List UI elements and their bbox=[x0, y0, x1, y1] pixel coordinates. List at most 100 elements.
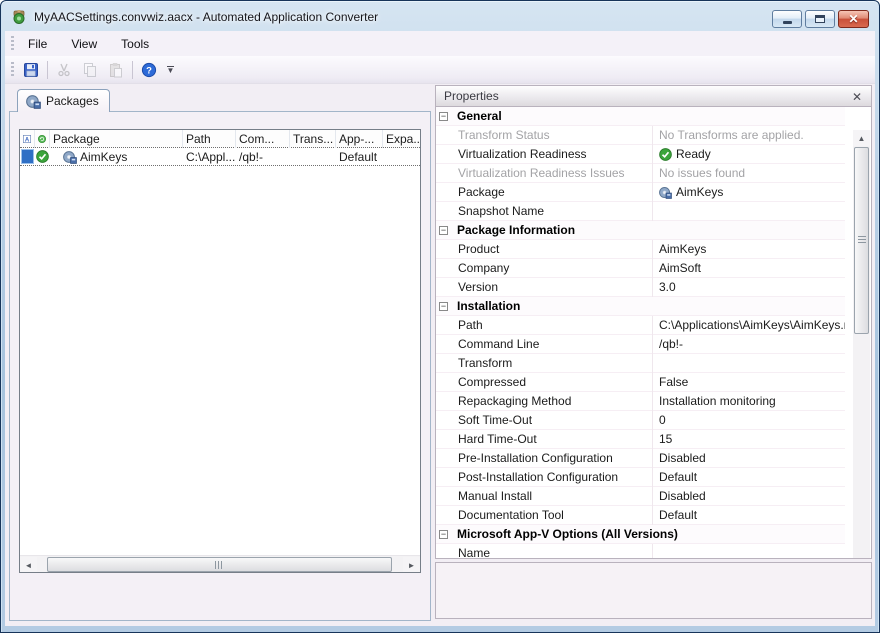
property-name: Transform Status bbox=[436, 128, 652, 142]
column-header-label: Expa... bbox=[386, 132, 421, 146]
property-value[interactable]: Disabled bbox=[652, 449, 845, 468]
property-section-row[interactable]: −Installation bbox=[436, 297, 845, 316]
ok-check-icon bbox=[36, 150, 49, 163]
property-row[interactable]: Post-Installation ConfigurationDefault bbox=[436, 468, 845, 487]
ok-check-icon bbox=[659, 148, 672, 161]
property-row[interactable]: PathC:\Applications\AimKeys\AimKeys.msi bbox=[436, 316, 845, 335]
property-row[interactable]: CompanyAimSoft bbox=[436, 259, 845, 278]
property-value[interactable] bbox=[652, 354, 845, 373]
column-header-path[interactable]: Path bbox=[183, 130, 236, 148]
help-button[interactable]: ? bbox=[137, 59, 161, 81]
minimize-button[interactable] bbox=[772, 10, 802, 28]
collapse-icon[interactable]: − bbox=[439, 530, 448, 539]
app-icon bbox=[11, 9, 27, 25]
property-row[interactable]: Pre-Installation ConfigurationDisabled bbox=[436, 449, 845, 468]
property-row[interactable]: Virtualization ReadinessReady bbox=[436, 145, 845, 164]
property-name: Documentation Tool bbox=[436, 508, 652, 522]
property-value[interactable]: No issues found bbox=[652, 164, 845, 183]
property-value-text: AimKeys bbox=[676, 185, 723, 199]
column-header-icon1[interactable] bbox=[35, 130, 50, 148]
property-value[interactable]: AimKeys bbox=[652, 240, 845, 259]
scroll-up-button[interactable]: ▲ bbox=[853, 130, 870, 146]
property-value[interactable]: C:\Applications\AimKeys\AimKeys.msi bbox=[652, 316, 845, 335]
property-value[interactable]: Disabled bbox=[652, 487, 845, 506]
property-row[interactable]: Transform bbox=[436, 354, 845, 373]
horizontal-scrollbar-thumb[interactable] bbox=[47, 557, 392, 572]
column-header-package[interactable]: Package bbox=[50, 130, 183, 148]
property-value[interactable]: No Transforms are applied. bbox=[652, 126, 845, 145]
property-value[interactable]: 15 bbox=[652, 430, 845, 449]
property-value[interactable]: 0 bbox=[652, 411, 845, 430]
paste-button[interactable] bbox=[104, 59, 128, 81]
property-value[interactable]: 3.0 bbox=[652, 278, 845, 297]
property-section-row[interactable]: −General bbox=[436, 107, 845, 126]
property-value[interactable]: Ready bbox=[652, 145, 845, 164]
property-row[interactable]: PackageAimKeys bbox=[436, 183, 845, 202]
column-header-icon0[interactable]: A bbox=[20, 130, 35, 148]
property-value[interactable]: AimSoft bbox=[652, 259, 845, 278]
vertical-scrollbar-thumb[interactable] bbox=[854, 147, 869, 334]
property-row[interactable]: CompressedFalse bbox=[436, 373, 845, 392]
property-name: Soft Time-Out bbox=[436, 413, 652, 427]
property-value[interactable]: Installation monitoring bbox=[652, 392, 845, 411]
property-value[interactable]: /qb!- bbox=[652, 335, 845, 354]
collapse-icon[interactable]: − bbox=[439, 302, 448, 311]
property-row[interactable]: Soft Time-Out0 bbox=[436, 411, 845, 430]
title-bar[interactable]: MyAACSettings.convwiz.aacx - Automated A… bbox=[2, 2, 878, 31]
property-value[interactable]: AimKeys bbox=[652, 183, 845, 202]
property-row[interactable]: Manual InstallDisabled bbox=[436, 487, 845, 506]
property-row[interactable]: Hard Time-Out15 bbox=[436, 430, 845, 449]
column-header-app[interactable]: App-... bbox=[336, 130, 383, 148]
property-value-text: Default bbox=[659, 470, 697, 484]
menu-item-view[interactable]: View bbox=[61, 33, 107, 55]
maximize-button[interactable] bbox=[805, 10, 835, 28]
toolbar-grip-handle[interactable] bbox=[11, 62, 14, 77]
client-area: FileViewTools ? ▼ Packages APackagePathC… bbox=[5, 31, 875, 626]
property-row[interactable]: Version3.0 bbox=[436, 278, 845, 297]
property-row[interactable]: Virtualization Readiness IssuesNo issues… bbox=[436, 164, 845, 183]
package-name: AimKeys bbox=[80, 150, 127, 164]
svg-text:A: A bbox=[25, 137, 30, 143]
properties-close-icon[interactable]: ✕ bbox=[849, 89, 865, 105]
horizontal-scrollbar[interactable]: ◄ ► bbox=[20, 555, 420, 572]
property-row[interactable]: Command Line/qb!- bbox=[436, 335, 845, 354]
packages-list[interactable]: A PackagePathCom...Trans...App-...Expa...… bbox=[19, 129, 421, 573]
property-value-text: No issues found bbox=[659, 166, 745, 180]
collapse-icon[interactable]: − bbox=[439, 226, 448, 235]
property-name: Product bbox=[436, 242, 652, 256]
property-row[interactable]: ProductAimKeys bbox=[436, 240, 845, 259]
close-button[interactable]: ✕ bbox=[838, 10, 869, 28]
cut-button[interactable] bbox=[52, 59, 76, 81]
property-value[interactable] bbox=[652, 544, 845, 560]
property-value-text: 3.0 bbox=[659, 280, 676, 294]
toolbar: ? ▼ bbox=[5, 56, 875, 84]
tab-packages[interactable]: Packages bbox=[17, 89, 110, 112]
column-header-expa[interactable]: Expa... bbox=[383, 130, 421, 148]
column-select-icon: A bbox=[23, 133, 31, 145]
vertical-scrollbar[interactable]: ▲ ▼ bbox=[853, 130, 870, 559]
menu-item-tools[interactable]: Tools bbox=[111, 33, 159, 55]
toolbar-overflow-icon[interactable]: ▼ bbox=[164, 59, 177, 81]
property-row[interactable]: Snapshot Name bbox=[436, 202, 845, 221]
property-row[interactable]: Documentation ToolDefault bbox=[436, 506, 845, 525]
property-value[interactable]: Default bbox=[652, 468, 845, 487]
collapse-icon[interactable]: − bbox=[439, 112, 448, 121]
package-row[interactable]: AimKeysC:\Appl.../qb!-Default bbox=[20, 148, 420, 166]
scroll-left-button[interactable]: ◄ bbox=[20, 557, 37, 573]
property-row[interactable]: Repackaging MethodInstallation monitorin… bbox=[436, 392, 845, 411]
column-header-trans[interactable]: Trans... bbox=[290, 130, 336, 148]
property-row[interactable]: Transform StatusNo Transforms are applie… bbox=[436, 126, 845, 145]
window-title: MyAACSettings.convwiz.aacx - Automated A… bbox=[34, 10, 378, 24]
properties-header: Properties ✕ bbox=[435, 85, 872, 107]
scroll-right-button[interactable]: ► bbox=[403, 557, 420, 573]
column-header-com[interactable]: Com... bbox=[236, 130, 290, 148]
save-button[interactable] bbox=[19, 59, 43, 81]
property-value[interactable] bbox=[652, 202, 845, 221]
copy-button[interactable] bbox=[78, 59, 102, 81]
property-value[interactable]: Default bbox=[652, 506, 845, 525]
menu-item-file[interactable]: File bbox=[18, 33, 57, 55]
property-row[interactable]: Name bbox=[436, 544, 845, 559]
property-section-row[interactable]: −Microsoft App-V Options (All Versions) bbox=[436, 525, 845, 544]
property-section-row[interactable]: −Package Information bbox=[436, 221, 845, 240]
property-value[interactable]: False bbox=[652, 373, 845, 392]
